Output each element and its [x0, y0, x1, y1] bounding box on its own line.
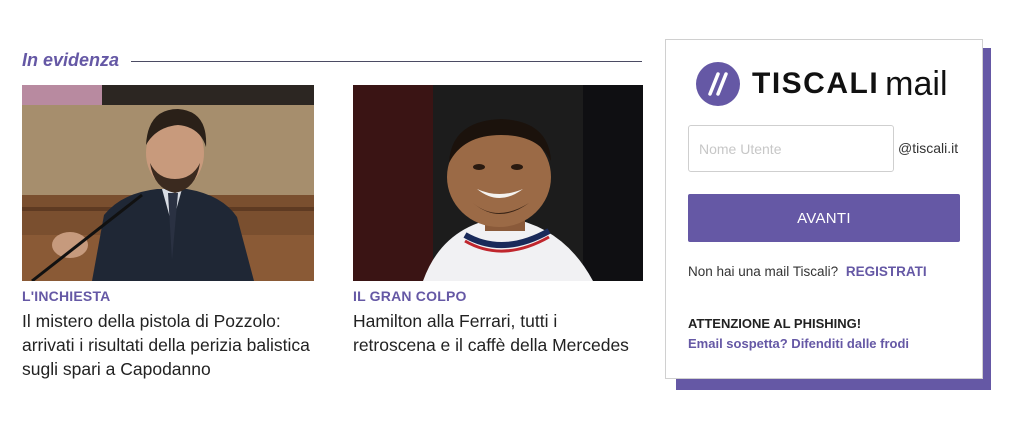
article-headline[interactable]: Il mistero della pistola di Pozzolo: arr… — [22, 309, 314, 381]
article-headline[interactable]: Hamilton alla Ferrari, tutti i retroscen… — [353, 309, 643, 357]
tiscali-mail-logo: TISCALI mail — [696, 62, 948, 106]
article-photo-driver — [353, 85, 643, 281]
logo-brand-text: TISCALI — [752, 67, 880, 100]
avanti-button[interactable]: AVANTI — [688, 194, 960, 242]
email-domain-suffix: @tiscali.it — [898, 140, 959, 156]
signup-prompt: Non hai una mail Tiscali? — [688, 264, 839, 279]
article-kicker[interactable]: IL GRAN COLPO — [353, 288, 643, 304]
register-link[interactable]: REGISTRATI — [846, 264, 927, 279]
username-input[interactable] — [688, 125, 894, 172]
section-header: In evidenza — [22, 48, 642, 72]
signup-row: Non hai una mail Tiscali? REGISTRATI — [688, 264, 927, 279]
article-card[interactable]: IL GRAN COLPO Hamilton alla Ferrari, tut… — [353, 85, 643, 357]
tiscali-logo-icon — [696, 62, 740, 106]
article-card[interactable]: L'INCHIESTA Il mistero della pistola di … — [22, 85, 314, 381]
section-divider — [131, 60, 642, 62]
article-image-driver[interactable] — [353, 85, 643, 281]
phishing-warning-title: ATTENZIONE AL PHISHING! — [688, 316, 862, 331]
article-kicker[interactable]: L'INCHIESTA — [22, 288, 314, 304]
logo-product-text: mail — [885, 64, 948, 103]
article-image-politician[interactable] — [22, 85, 314, 281]
section-title: In evidenza — [22, 49, 120, 70]
phishing-info-link[interactable]: Email sospetta? Difenditi dalle frodi — [688, 336, 909, 351]
article-photo-politician — [22, 85, 314, 281]
tiscali-mail-login: TISCALI mail @tiscali.it AVANTI Non hai … — [665, 39, 983, 379]
